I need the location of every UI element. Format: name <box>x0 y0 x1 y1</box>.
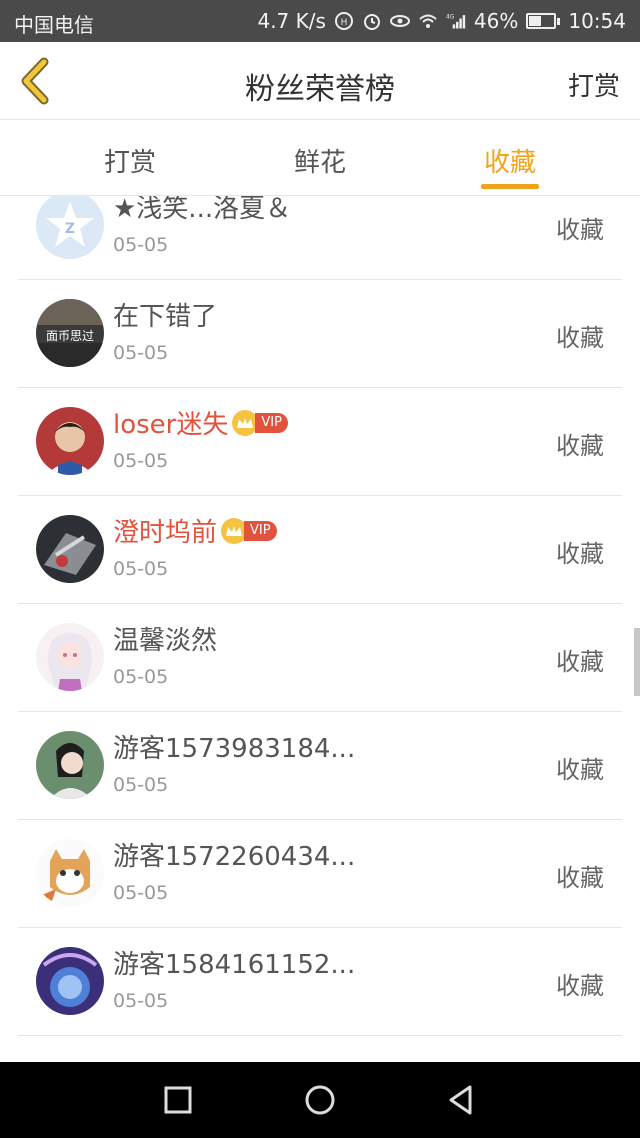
tab-bar: 打赏 鲜花 收藏 <box>0 120 640 196</box>
list-item[interactable]: 游客1573983184... 05-05 收藏 <box>18 712 622 820</box>
avatar[interactable] <box>36 947 104 1015</box>
fan-name-text: 澄时坞前 <box>113 518 218 548</box>
clock: 10:54 <box>568 9 626 33</box>
hd-icon: H <box>334 12 353 30</box>
fan-name-text: loser迷失 <box>113 410 229 440</box>
fan-action: 收藏 <box>556 972 604 1000</box>
avatar[interactable] <box>36 623 104 691</box>
header: 粉丝荣誉榜 打赏 <box>0 42 640 120</box>
svg-text:H: H <box>341 18 348 28</box>
alarm-icon <box>363 14 380 30</box>
fan-date: 05-05 <box>113 774 169 796</box>
fan-action: 收藏 <box>556 648 604 676</box>
svg-text:Z: Z <box>65 221 75 237</box>
fan-action: 收藏 <box>556 432 604 460</box>
fan-name: ★浅笑...洛夏＆ <box>113 196 292 224</box>
square-icon <box>164 1086 192 1114</box>
avatar[interactable] <box>36 839 104 907</box>
battery-icon <box>526 13 561 29</box>
status-icons: 4.7 K/s H 4G 46% 10:54 <box>257 9 626 33</box>
fan-date: 05-05 <box>113 342 169 364</box>
signal-icon: 4G <box>446 15 466 29</box>
system-nav-bar <box>0 1062 640 1138</box>
fan-name: 游客1573983184... <box>113 734 356 764</box>
avatar[interactable]: 面币思过 <box>36 299 104 367</box>
list-item[interactable]: 游客1572260434... 05-05 收藏 <box>18 820 622 928</box>
fan-date: 05-05 <box>113 990 169 1012</box>
vip-label: VIP <box>255 412 288 433</box>
avatar[interactable] <box>36 407 104 475</box>
fan-name: 在下错了 <box>113 302 218 332</box>
triangle-left-icon <box>449 1085 472 1115</box>
fan-action: 收藏 <box>556 540 604 568</box>
fan-name: 温馨淡然 <box>113 626 218 656</box>
fan-date: 05-05 <box>113 666 169 688</box>
list-item[interactable]: loser迷失 VIP 05-05 收藏 <box>18 388 622 496</box>
vip-badge: VIP <box>232 409 288 436</box>
fan-action: 收藏 <box>556 216 604 244</box>
tab-reward[interactable]: 打赏 <box>80 142 180 179</box>
status-bar: 中国电信 4.7 K/s H 4G 46% 10:54 <box>0 0 640 42</box>
fan-date: 05-05 <box>113 558 169 580</box>
fan-date: 05-05 <box>113 882 169 904</box>
home-button[interactable] <box>300 1080 340 1120</box>
fan-action: 收藏 <box>556 756 604 784</box>
carrier-label: 中国电信 <box>14 13 94 37</box>
fan-action: 收藏 <box>556 324 604 352</box>
vip-badge: VIP <box>221 517 277 544</box>
fan-date: 05-05 <box>113 234 169 256</box>
list-item[interactable]: 游客1584161152... 05-05 收藏 <box>18 928 622 1036</box>
fan-date: 05-05 <box>113 450 169 472</box>
battery-percent: 46% <box>473 9 519 33</box>
fan-name: loser迷失 VIP <box>113 404 288 441</box>
circle-icon <box>305 1085 335 1115</box>
fan-name: 澄时坞前 VIP <box>113 512 277 549</box>
active-tab-indicator <box>481 184 539 189</box>
list-item[interactable]: Z ★浅笑...洛夏＆ 05-05 收藏 <box>18 196 622 280</box>
svg-text:4G: 4G <box>446 15 455 21</box>
vip-label: VIP <box>244 520 277 541</box>
tab-flowers[interactable]: 鲜花 <box>270 142 370 179</box>
reward-button[interactable]: 打赏 <box>568 66 620 103</box>
scrollbar[interactable] <box>634 628 640 696</box>
system-back-button[interactable] <box>442 1080 482 1120</box>
fan-action: 收藏 <box>556 864 604 892</box>
wifi-icon <box>419 14 437 28</box>
avatar[interactable] <box>36 731 104 799</box>
fan-name: 游客1584161152... <box>113 950 356 980</box>
page-title: 粉丝荣誉榜 <box>245 72 395 107</box>
network-speed: 4.7 K/s <box>257 9 326 33</box>
list-item[interactable]: 温馨淡然 05-05 收藏 <box>18 604 622 712</box>
fan-list[interactable]: Z ★浅笑...洛夏＆ 05-05 收藏 面币思过 在下错了 05-05 收藏 … <box>0 196 640 1062</box>
tab-favorites[interactable]: 收藏 <box>460 142 560 179</box>
svg-text:面币思过: 面币思过 <box>46 329 94 343</box>
avatar[interactable]: Z <box>36 196 104 259</box>
eye-icon <box>389 15 410 27</box>
list-item[interactable]: 澄时坞前 VIP 05-05 收藏 <box>18 496 622 604</box>
list-item[interactable]: 面币思过 在下错了 05-05 收藏 <box>18 280 622 388</box>
avatar[interactable] <box>36 515 104 583</box>
fan-name: 游客1572260434... <box>113 842 356 872</box>
recent-apps-button[interactable] <box>158 1080 198 1120</box>
